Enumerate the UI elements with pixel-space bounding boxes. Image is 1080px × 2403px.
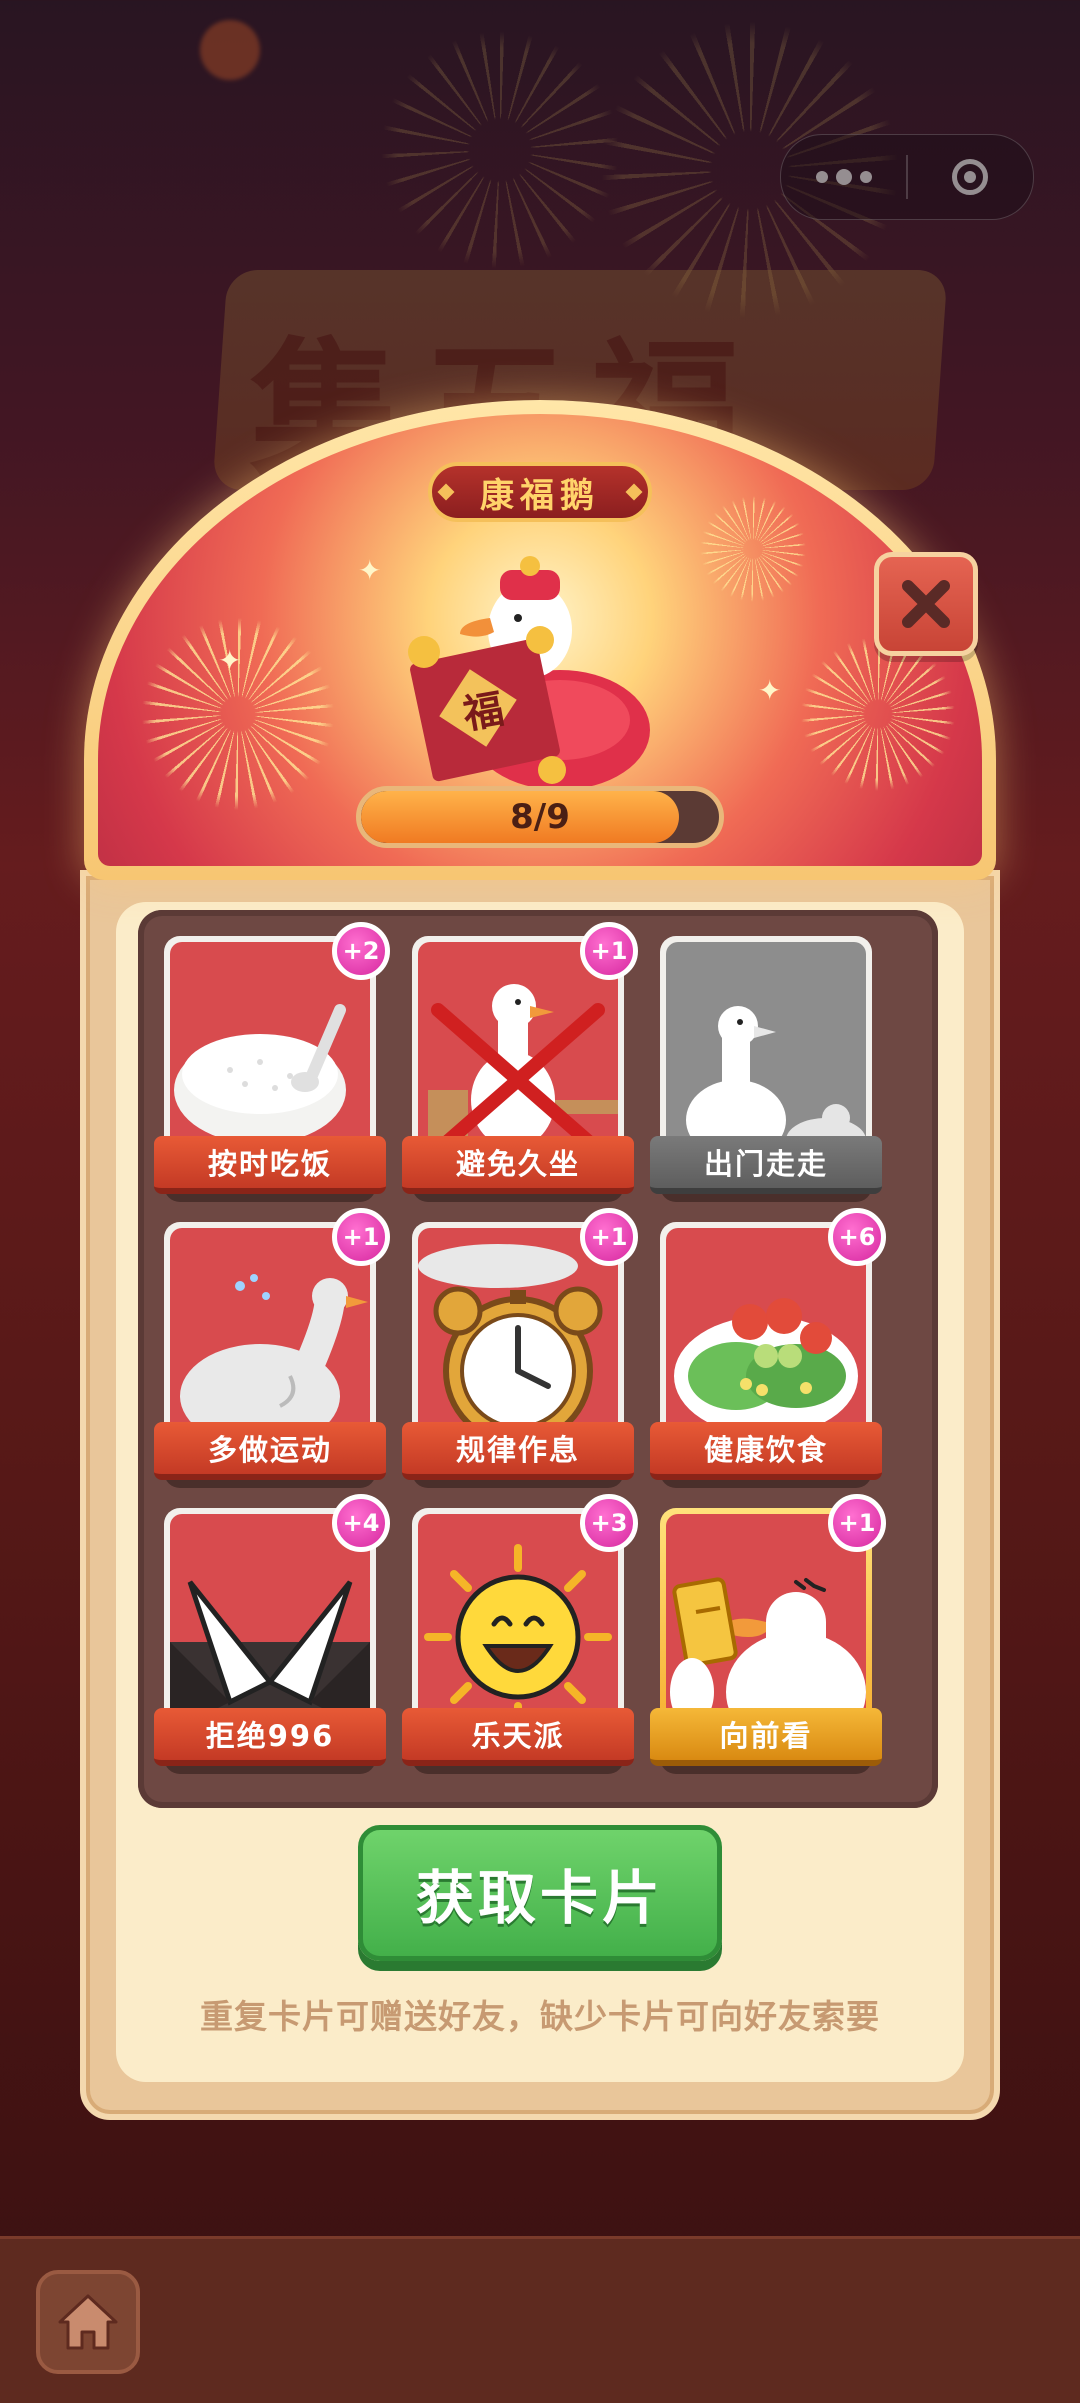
card-count-badge: +1 — [828, 1494, 886, 1552]
card-count-badge: +1 — [580, 1208, 638, 1266]
card-label: 避免久坐 — [402, 1136, 634, 1194]
card-label: 按时吃饭 — [154, 1136, 386, 1194]
collection-progress-bar: 8/9 — [356, 786, 724, 848]
card-salad[interactable]: 健康饮食 +6 — [650, 1208, 886, 1490]
card-collection-dialog: ✦ ✦ ✦ 康福鹅 福 8/9 按时吃饭 +2 避免久坐 +1 出门走走 多做运动 +1 规律… — [80, 400, 1000, 2120]
close-icon — [902, 580, 950, 628]
card-suit-collar[interactable]: 拒绝996 +4 — [154, 1494, 390, 1776]
card-label: 规律作息 — [402, 1422, 634, 1480]
home-icon — [58, 2294, 118, 2350]
progress-label: 8/9 — [510, 797, 570, 837]
card-count-badge: +1 — [332, 1208, 390, 1266]
hint-text: 重复卡片可赠送好友，缺少卡片可向好友索要 — [200, 1997, 880, 2036]
card-goose-chair-crossed[interactable]: 避免久坐 +1 — [402, 922, 638, 1204]
star-icon: ✦ — [758, 674, 782, 707]
card-sun-smile[interactable]: 乐天派 +3 — [402, 1494, 638, 1776]
card-label: 拒绝996 — [154, 1708, 386, 1766]
card-count-badge: +4 — [332, 1494, 390, 1552]
goose-mascot-icon: 福 — [408, 556, 650, 790]
card-goose-walking[interactable]: 出门走走 — [650, 936, 882, 1204]
star-icon: ✦ — [218, 644, 242, 677]
bottom-bar — [0, 2236, 1080, 2403]
card-goose-exercise[interactable]: 多做运动 +1 — [154, 1208, 390, 1490]
firework-decor — [798, 634, 958, 794]
card-rice-bowl[interactable]: 按时吃饭 +2 — [154, 922, 390, 1204]
card-count-badge: +2 — [332, 922, 390, 980]
card-label: 多做运动 — [154, 1422, 386, 1480]
close-button[interactable] — [874, 552, 978, 656]
card-label: 健康饮食 — [650, 1422, 882, 1480]
svg-text:福: 福 — [459, 686, 507, 738]
card-set-name: 康福鹅 — [428, 462, 652, 522]
card-alarm-clock[interactable]: 规律作息 +1 — [402, 1208, 638, 1490]
get-card-button[interactable]: 获取卡片 — [358, 1825, 722, 1961]
card-count-badge: +1 — [580, 922, 638, 980]
card-label: 乐天派 — [402, 1708, 634, 1766]
star-icon: ✦ — [358, 554, 382, 587]
card-label: 向前看 — [650, 1708, 882, 1766]
home-button[interactable] — [36, 2270, 140, 2374]
card-goose-money[interactable]: 向前看 +1 — [650, 1494, 886, 1776]
card-count-badge: +3 — [580, 1494, 638, 1552]
card-count-badge: +6 — [828, 1208, 886, 1266]
card-label: 出门走走 — [650, 1136, 882, 1194]
